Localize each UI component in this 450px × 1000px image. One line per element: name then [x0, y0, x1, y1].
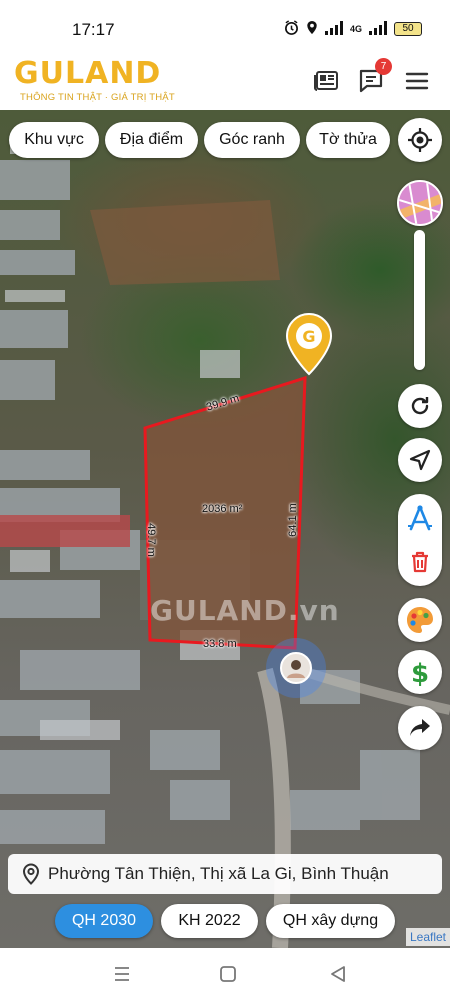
filter-to-thua[interactable]: Tờ thửa: [306, 122, 390, 158]
back-icon: [331, 966, 345, 982]
user-icon: [287, 660, 305, 678]
locate-button[interactable]: [398, 118, 442, 162]
opacity-slider[interactable]: [414, 230, 425, 370]
navigate-icon: [409, 449, 431, 471]
status-icons: 4G 50: [284, 20, 422, 38]
dollar-icon: $: [411, 659, 429, 687]
guland-marker[interactable]: G: [284, 312, 334, 381]
avatar: [280, 652, 312, 684]
price-button[interactable]: $: [398, 650, 442, 694]
plan-tab-qh-2030[interactable]: QH 2030: [55, 904, 153, 938]
battery-icon: 50: [394, 22, 422, 36]
trash-icon: [412, 551, 428, 573]
address-text: Phường Tân Thiện, Thị xã La Gi, Bình Thu…: [48, 864, 389, 883]
svg-text:$: $: [411, 659, 429, 687]
menu-button[interactable]: [402, 66, 432, 96]
filter-goc-ranh[interactable]: Góc ranh: [204, 122, 300, 158]
alarm-icon: [284, 20, 299, 38]
refresh-icon: [411, 397, 429, 415]
measure-tools: [398, 494, 442, 586]
palette-icon: [407, 607, 433, 633]
edge-left-label: 49.7 m: [144, 523, 157, 557]
status-time: 17:17: [72, 20, 115, 39]
plan-tab-kh-2022[interactable]: KH 2022: [161, 904, 258, 938]
chat-button[interactable]: 7: [356, 58, 392, 96]
layer-thumbnail[interactable]: [397, 180, 443, 226]
location-pin-icon: [22, 863, 40, 885]
edge-bottom-label: 33.8 m: [203, 638, 237, 650]
home-button[interactable]: [216, 962, 240, 986]
share-icon: [410, 719, 430, 736]
network-type: 4G: [349, 24, 362, 34]
menu-icon: [405, 72, 429, 90]
recents-icon: [115, 967, 129, 981]
filter-khu-vuc[interactable]: Khu vực: [9, 122, 99, 158]
app-header: GULAND THÔNG TIN THẬT · GIÁ TRỊ THẬT 7: [0, 52, 450, 110]
brand-logo[interactable]: GULAND: [14, 58, 161, 90]
system-nav-bar: [0, 948, 450, 1000]
leaflet-attribution[interactable]: Leaflet: [405, 928, 450, 946]
navigate-button[interactable]: [398, 438, 442, 482]
home-icon: [220, 966, 236, 982]
filter-dia-diem[interactable]: Địa điểm: [105, 122, 198, 158]
location-icon: [306, 20, 318, 38]
back-button[interactable]: [326, 962, 350, 986]
edge-right-label: 64.1 m: [286, 503, 299, 537]
signal-icon-2: [369, 20, 387, 38]
map-pin-icon: G: [285, 312, 333, 376]
map-imagery: [0, 140, 450, 948]
user-location-marker[interactable]: [266, 638, 326, 698]
news-icon: [314, 71, 338, 91]
palette-button[interactable]: [398, 598, 442, 642]
locate-icon: [408, 128, 432, 152]
status-bar: 17:17 4G 50: [0, 0, 450, 52]
parcel-area-label: 2036 m²: [202, 503, 243, 515]
recents-button[interactable]: [110, 962, 134, 986]
notification-badge: 7: [375, 58, 392, 75]
brand-tagline: THÔNG TIN THẬT · GIÁ TRỊ THẬT: [20, 92, 175, 103]
satellite-map[interactable]: GULAND.vn 39.9 m 2036 m² 64.1 m 49.7 m 3…: [0, 110, 450, 948]
signal-icon: [324, 20, 343, 38]
measure-button[interactable]: [398, 498, 442, 538]
plan-tab-qh-xay-dung[interactable]: QH xây dựng: [266, 904, 395, 938]
news-button[interactable]: [312, 66, 342, 96]
measure-icon: [408, 505, 432, 531]
delete-button[interactable]: [398, 542, 442, 582]
svg-text:G: G: [302, 327, 315, 346]
map-watermark: GULAND.vn: [150, 594, 340, 627]
share-button[interactable]: [398, 706, 442, 750]
address-bar[interactable]: Phường Tân Thiện, Thị xã La Gi, Bình Thu…: [8, 854, 442, 894]
refresh-button[interactable]: [398, 384, 442, 428]
